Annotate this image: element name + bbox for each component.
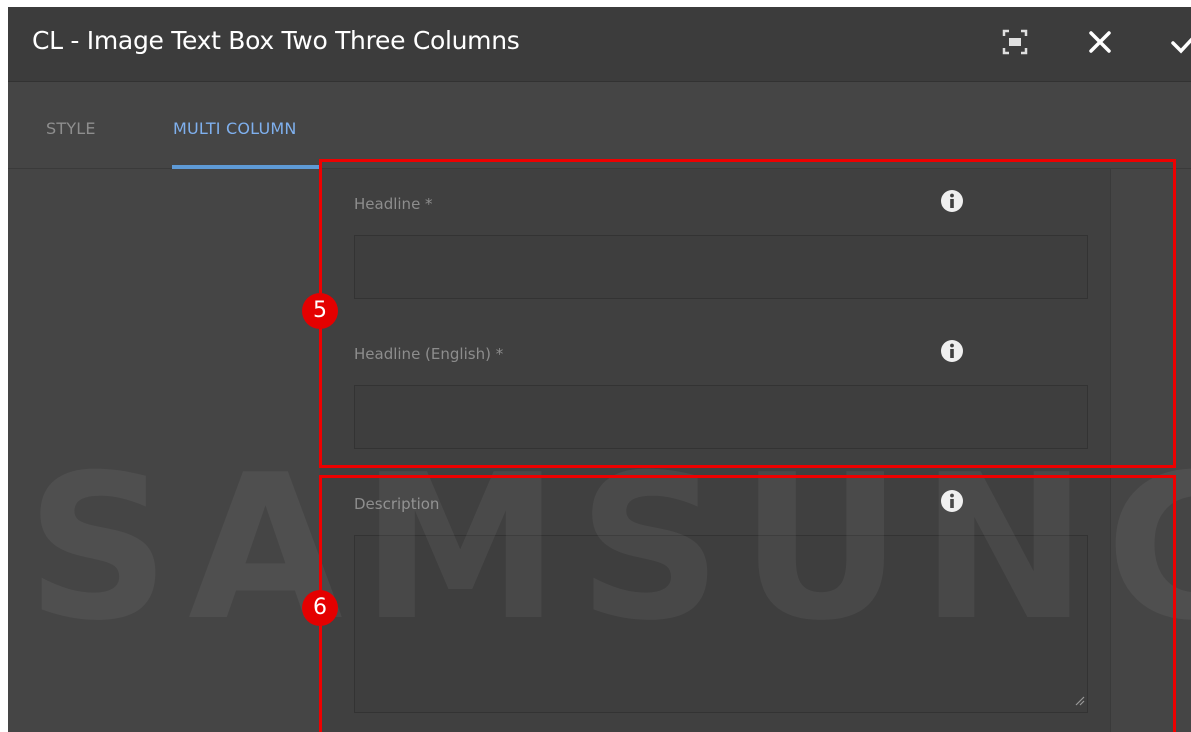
checkmark-icon[interactable] — [1170, 29, 1191, 59]
tab-style[interactable]: STYLE — [46, 119, 96, 138]
highlight-box-6 — [319, 475, 1176, 732]
dialog-header: CL - Image Text Box Two Three Columns — [8, 7, 1191, 82]
dialog-title: CL - Image Text Box Two Three Columns — [32, 26, 520, 55]
fullscreen-icon[interactable] — [1002, 29, 1028, 59]
tab-multi-column[interactable]: MULTI COLUMN — [173, 119, 297, 138]
dialog: CL - Image Text Box Two Three Columns ST… — [8, 7, 1191, 732]
annotation-badge-5: 5 — [302, 293, 338, 329]
close-icon[interactable] — [1087, 29, 1113, 59]
active-tab-indicator — [172, 165, 320, 169]
annotation-badge-6: 6 — [302, 590, 338, 626]
tab-bar: STYLE MULTI COLUMN — [8, 82, 1191, 169]
highlight-box-5 — [319, 159, 1176, 468]
